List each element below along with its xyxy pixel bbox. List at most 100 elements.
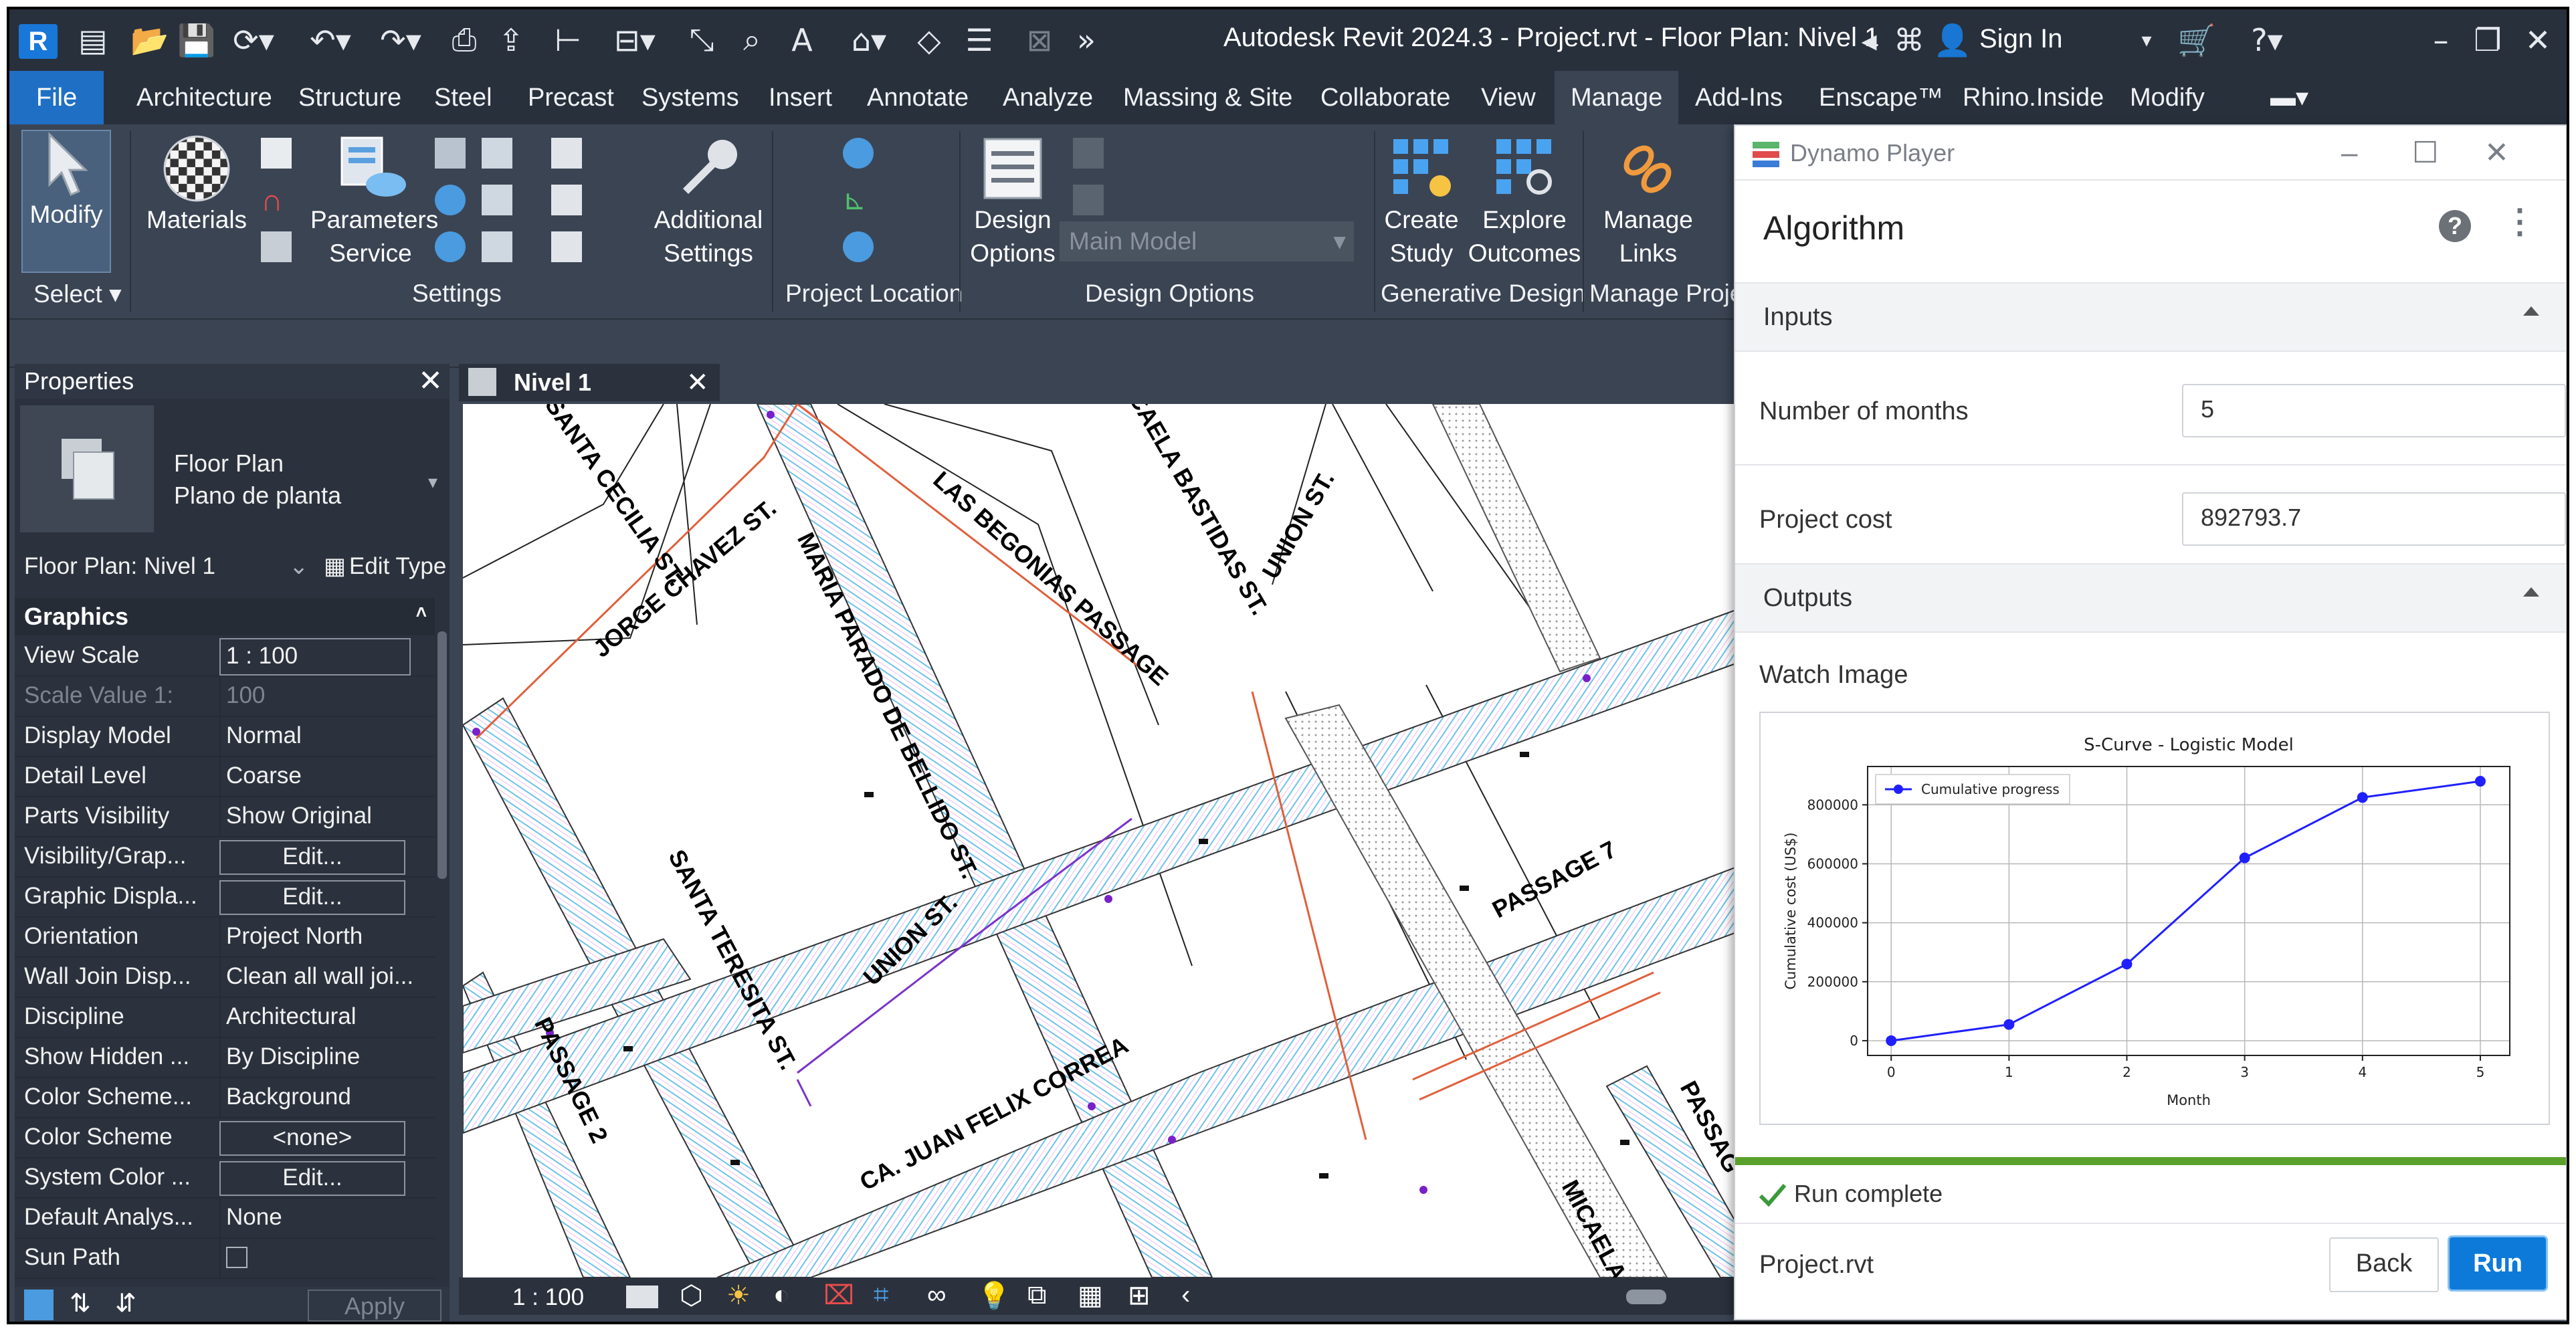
visual-style-icon[interactable]: ⬡ [680, 1280, 703, 1311]
property-value[interactable]: Background [219, 1077, 439, 1117]
run-button[interactable]: Run [2450, 1237, 2546, 1290]
property-row[interactable]: Detail Level Coarse [15, 756, 435, 797]
chevron-down-icon[interactable]: ▾ [2137, 21, 2157, 59]
tab-enscape[interactable]: Enscape™ [1812, 71, 1950, 124]
property-row[interactable]: Visibility/Grap... Edit... [15, 836, 435, 878]
property-row[interactable]: Sun Path [15, 1237, 435, 1279]
property-edit-button[interactable]: Edit... [219, 840, 405, 875]
minimize-icon[interactable]: – [2341, 126, 2357, 181]
text-icon[interactable]: A [785, 21, 819, 59]
object-styles-icon[interactable] [261, 138, 292, 169]
camera-menu-icon[interactable]: ▬▾ [2264, 71, 2315, 124]
property-value[interactable]: Show Original [219, 796, 439, 836]
collapse-icon[interactable] [2523, 587, 2539, 597]
property-row[interactable]: System Color ... Edit... [15, 1157, 435, 1199]
outputs-section-header[interactable]: Outputs [1735, 563, 2566, 633]
view-scale[interactable]: 1 : 100 [512, 1284, 584, 1311]
reveal-hidden-icon[interactable]: 💡 [977, 1280, 1011, 1312]
property-value[interactable]: Clean all wall joi... [219, 956, 439, 997]
save-icon[interactable]: 💾 [177, 21, 215, 59]
edit-type-icon[interactable]: ▦ [324, 546, 346, 587]
pick-to-edit-icon[interactable] [1073, 185, 1104, 215]
panel-project-location[interactable]: Project Location [785, 280, 963, 308]
position-icon[interactable] [843, 231, 874, 262]
mep-settings-icon[interactable] [551, 185, 582, 215]
tab-steel[interactable]: Steel [427, 71, 499, 124]
coordinates-icon[interactable]: ⊾ [843, 185, 874, 215]
purge-unused-icon[interactable] [435, 231, 466, 262]
panel-settings[interactable]: Settings [412, 280, 502, 308]
parameters-service-button[interactable]: Parameters Service [310, 134, 438, 270]
group-graphics[interactable]: Graphics ˄ [15, 598, 435, 635]
global-parameters-icon[interactable] [435, 185, 466, 215]
property-row[interactable]: Wall Join Disp... Clean all wall joi... [15, 956, 435, 998]
property-row[interactable]: Show Hidden ... By Discipline [15, 1037, 435, 1078]
additional-settings-button[interactable]: Additional Settings [638, 134, 779, 270]
tab-add-ins[interactable]: Add-Ins [1688, 71, 1789, 124]
tab-insert[interactable]: Insert [762, 71, 839, 124]
undo-icon[interactable]: ↶▾ [304, 21, 357, 59]
close-icon[interactable]: ✕ [686, 364, 709, 401]
tab-file[interactable]: File [9, 71, 104, 124]
panel-schedule-icon[interactable] [551, 231, 582, 262]
back-arrow-icon[interactable]: ◂ [1856, 21, 1882, 59]
property-value[interactable]: Project North [219, 916, 439, 956]
more-options-icon[interactable]: ⋮ [2503, 202, 2537, 241]
close-hidden-icon[interactable]: ⊠ [1023, 21, 1056, 59]
months-input[interactable]: 5 [2182, 384, 2566, 437]
property-edit-button[interactable]: <none> [219, 1121, 405, 1156]
highlight-displacement-icon[interactable]: ⊞ [1128, 1280, 1151, 1311]
help-icon[interactable]: ?▾ [2237, 21, 2297, 59]
tab-manage[interactable]: Manage [1555, 71, 1679, 124]
3d-view-icon[interactable]: ⌂▾ [839, 21, 899, 59]
type-selector-chevron-icon[interactable]: ▾ [428, 471, 437, 493]
expand-toolbar-icon[interactable]: » [1070, 21, 1103, 59]
property-value[interactable]: By Discipline [219, 1037, 439, 1077]
sort-ascending-icon[interactable]: ⇅ [70, 1288, 91, 1318]
panel-design-options[interactable]: Design Options [1085, 280, 1254, 308]
property-value[interactable]: Coarse [219, 756, 439, 796]
collapse-icon[interactable] [2523, 306, 2539, 316]
help-icon[interactable]: ? [2439, 210, 2471, 242]
property-value[interactable]: Normal [219, 716, 439, 756]
revit-logo-icon[interactable]: R [19, 24, 58, 59]
maximize-icon[interactable]: ☐ [2412, 126, 2438, 181]
project-units-icon[interactable] [482, 231, 512, 262]
drawing-canvas[interactable]: SANTA CECILIA ST. JORGE CHAVEZ ST. MARIA… [463, 404, 1898, 1277]
section-icon[interactable]: ◇ [912, 21, 946, 59]
sun-path-icon[interactable]: ☀ [726, 1280, 751, 1311]
tab-structure[interactable]: Structure [292, 71, 408, 124]
export-icon[interactable]: ⇪ [494, 21, 528, 59]
restore-icon[interactable]: ❐ [2471, 21, 2504, 59]
tab-rhino-inside[interactable]: Rhino.Inside [1956, 71, 2110, 124]
tab-annotate[interactable]: Annotate [860, 71, 975, 124]
tab-precast[interactable]: Precast [521, 71, 621, 124]
tab-systems[interactable]: Systems [635, 71, 746, 124]
snaps-icon[interactable]: ∩ [261, 185, 292, 215]
detail-line-icon[interactable]: ⤡ [685, 21, 718, 59]
shared-parameters-icon[interactable] [482, 138, 512, 169]
panel-generative-design[interactable]: Generative Design [1381, 280, 1585, 308]
project-cost-input[interactable]: 892793.7 [2182, 492, 2566, 546]
property-row[interactable]: Parts Visibility Show Original [15, 796, 435, 837]
user-icon[interactable]: 👤 [1933, 21, 1971, 59]
sort-icon[interactable] [24, 1290, 54, 1320]
close-icon[interactable]: ✕ [2484, 126, 2509, 181]
print-icon[interactable]: ⎙ [448, 21, 481, 59]
minimize-icon[interactable]: – [2424, 21, 2458, 59]
dimension-icon[interactable]: ⊟▾ [605, 21, 665, 59]
close-icon[interactable]: ✕ [418, 364, 443, 399]
panel-manage-project[interactable]: Manage Proje [1589, 280, 1743, 308]
edit-type-button[interactable]: Edit Type [349, 546, 446, 587]
property-edit-button[interactable]: Edit... [219, 880, 405, 915]
shadows-icon[interactable]: ◐ [773, 1280, 789, 1310]
modify-button[interactable]: Modify [21, 130, 111, 273]
structural-settings-icon[interactable] [551, 138, 582, 169]
sync-icon[interactable]: ⟳▾ [230, 21, 277, 59]
show-crop-icon[interactable]: ⌗ [874, 1280, 889, 1310]
cart-icon[interactable]: 🛒 [2177, 21, 2217, 59]
property-row[interactable]: Color Scheme... Background [15, 1077, 435, 1118]
crop-view-icon[interactable]: ⌧ [823, 1280, 854, 1311]
temporary-hide-icon[interactable]: ∞ [927, 1280, 947, 1310]
transfer-standards-icon[interactable] [482, 185, 512, 215]
